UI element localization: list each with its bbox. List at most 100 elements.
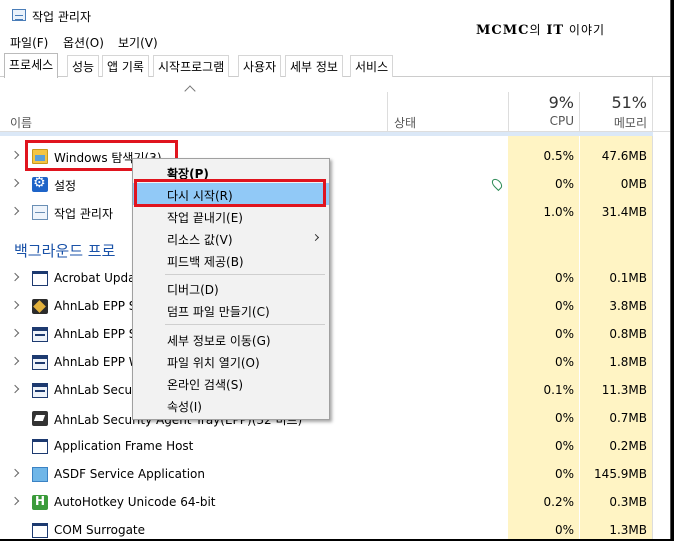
submenu-chevron-icon [311,233,320,242]
process-cpu: 0% [554,271,574,285]
expand-chevron-icon[interactable] [10,206,20,216]
process-cpu: 0.5% [543,149,575,163]
tab-app-history[interactable]: 앱 기록 [102,55,149,77]
menu-item-properties[interactable]: 속성(I) [133,394,329,416]
process-cpu: 0% [554,411,574,425]
window-icon [32,523,48,538]
autohotkey-icon [32,494,48,510]
expand-chevron-icon[interactable] [10,300,20,310]
menu-item-feedback[interactable]: 피드백 제공(B) [133,249,329,271]
process-memory: 0.3MB [609,495,647,509]
expand-chevron-icon[interactable] [10,328,20,338]
process-name: Application Frame Host [54,439,194,453]
cpu-total-percent[interactable]: 9% [508,93,574,112]
process-cpu: 0% [554,467,574,481]
ahnlab-window-icon [32,383,48,398]
menu-item-go-to-details[interactable]: 세부 정보로 이동(G) [133,328,329,350]
window-icon [32,271,48,286]
expand-chevron-icon[interactable] [10,468,20,478]
process-name: Acrobat Updat [54,271,141,285]
menu-file[interactable]: 파일(F) [10,34,48,51]
task-manager-icon [32,205,48,220]
process-name: AhnLab EPP Se [54,327,144,341]
process-cpu: 0.1% [543,383,575,397]
process-cpu: 1.0% [543,205,575,219]
tab-bar: 프로세스 성능 앱 기록 시작프로그램 사용자 세부 정보 서비스 [0,53,670,78]
expand-chevron-icon[interactable] [10,272,20,282]
menu-item-debug[interactable]: 디버그(D) [133,277,329,299]
process-memory: 1.8MB [609,355,647,369]
process-memory: 47.6MB [601,149,647,163]
table-row[interactable]: COM Surrogate 0% 1.3MB [0,516,653,539]
process-memory: 0.2MB [609,439,647,453]
title-bar[interactable]: 작업 관리자 MCMC의 IT 이야기 [0,0,670,38]
tab-users[interactable]: 사용자 [238,55,282,77]
menu-separator [165,324,325,325]
memory-total-percent[interactable]: 51% [580,93,647,112]
process-memory: 11.3MB [601,383,647,397]
table-row[interactable]: ASDF Service Application 0% 145.9MB [0,460,653,488]
tab-services[interactable]: 서비스 [350,55,394,77]
leaf-icon [489,176,505,192]
tab-processes[interactable]: 프로세스 [4,53,59,78]
task-manager-window: 작업 관리자 MCMC의 IT 이야기 파일(F) 옵션(O) 보기(V) 프로… [0,0,671,539]
table-row[interactable]: AutoHotkey Unicode 64-bit 0.2% 0.3MB [0,488,653,516]
menu-item-create-dump[interactable]: 덤프 파일 만들기(C) [133,299,329,321]
menu-separator [165,274,325,275]
gear-icon [32,175,48,192]
tab-performance[interactable]: 성능 [67,55,100,77]
task-manager-app-icon [12,9,26,21]
process-memory: 0.1MB [609,271,647,285]
process-name: AhnLab EPP Se [54,299,144,313]
process-memory: 0MB [620,177,647,191]
menu-view[interactable]: 보기(V) [118,34,158,51]
process-cpu: 0% [554,299,574,313]
column-cpu[interactable]: CPU [508,114,574,128]
sort-ascending-icon[interactable] [184,85,196,97]
scrolled-row-edge [0,132,653,136]
expand-chevron-icon[interactable] [10,384,20,394]
process-cpu: 0% [554,355,574,369]
process-memory: 0.8MB [609,327,647,341]
process-memory: 31.4MB [601,205,647,219]
section-background-processes: 백그라운드 프로 [14,242,116,260]
tab-startup[interactable]: 시작프로그램 [153,55,230,77]
ahnlab-window-icon [32,327,48,342]
process-name: 설정 [54,179,77,193]
tab-details[interactable]: 세부 정보 [285,55,343,77]
process-name: AhnLab EPP W [54,355,141,369]
table-row[interactable]: Application Frame Host 0% 0.2MB [0,432,653,460]
process-cpu: 0% [554,439,574,453]
asdf-icon [32,467,48,482]
menu-bar: 파일(F) 옵션(O) 보기(V) [0,31,670,53]
expand-chevron-icon[interactable] [10,356,20,366]
menu-item-label: 리소스 값(V) [167,233,233,247]
process-name: AhnLab Securi [54,383,141,397]
column-divider[interactable] [387,92,388,132]
annotation-highlight-restart [134,179,326,207]
process-memory: 0.7MB [609,411,647,425]
window-title: 작업 관리자 [32,10,92,24]
process-memory: 1.3MB [609,523,647,537]
menu-item-search-online[interactable]: 온라인 검색(S) [133,372,329,394]
expand-chevron-icon[interactable] [10,496,20,506]
menu-options[interactable]: 옵션(O) [63,34,104,51]
menu-item-end-task[interactable]: 작업 끝내기(E) [133,205,329,227]
expand-chevron-icon[interactable] [10,150,20,160]
column-header: 이름 상태 9% CPU 51% 메모리 [0,77,670,132]
window-icon [32,439,48,454]
process-cpu: 0% [554,327,574,341]
ahnlab-security-icon [32,411,48,426]
process-name: COM Surrogate [54,523,146,537]
expand-chevron-icon[interactable] [10,178,20,188]
column-status[interactable]: 상태 [394,114,416,131]
process-cpu: 0.2% [543,495,575,509]
process-name: 작업 관리자 [54,207,114,221]
menu-item-open-file-location[interactable]: 파일 위치 열기(O) [133,350,329,372]
column-memory[interactable]: 메모리 [580,114,647,131]
process-cpu: 0% [554,177,574,191]
ahnlab-window-icon [32,355,48,370]
ahnlab-icon [32,299,48,314]
column-name[interactable]: 이름 [10,114,32,131]
menu-item-resource-values[interactable]: 리소스 값(V) [133,227,329,249]
